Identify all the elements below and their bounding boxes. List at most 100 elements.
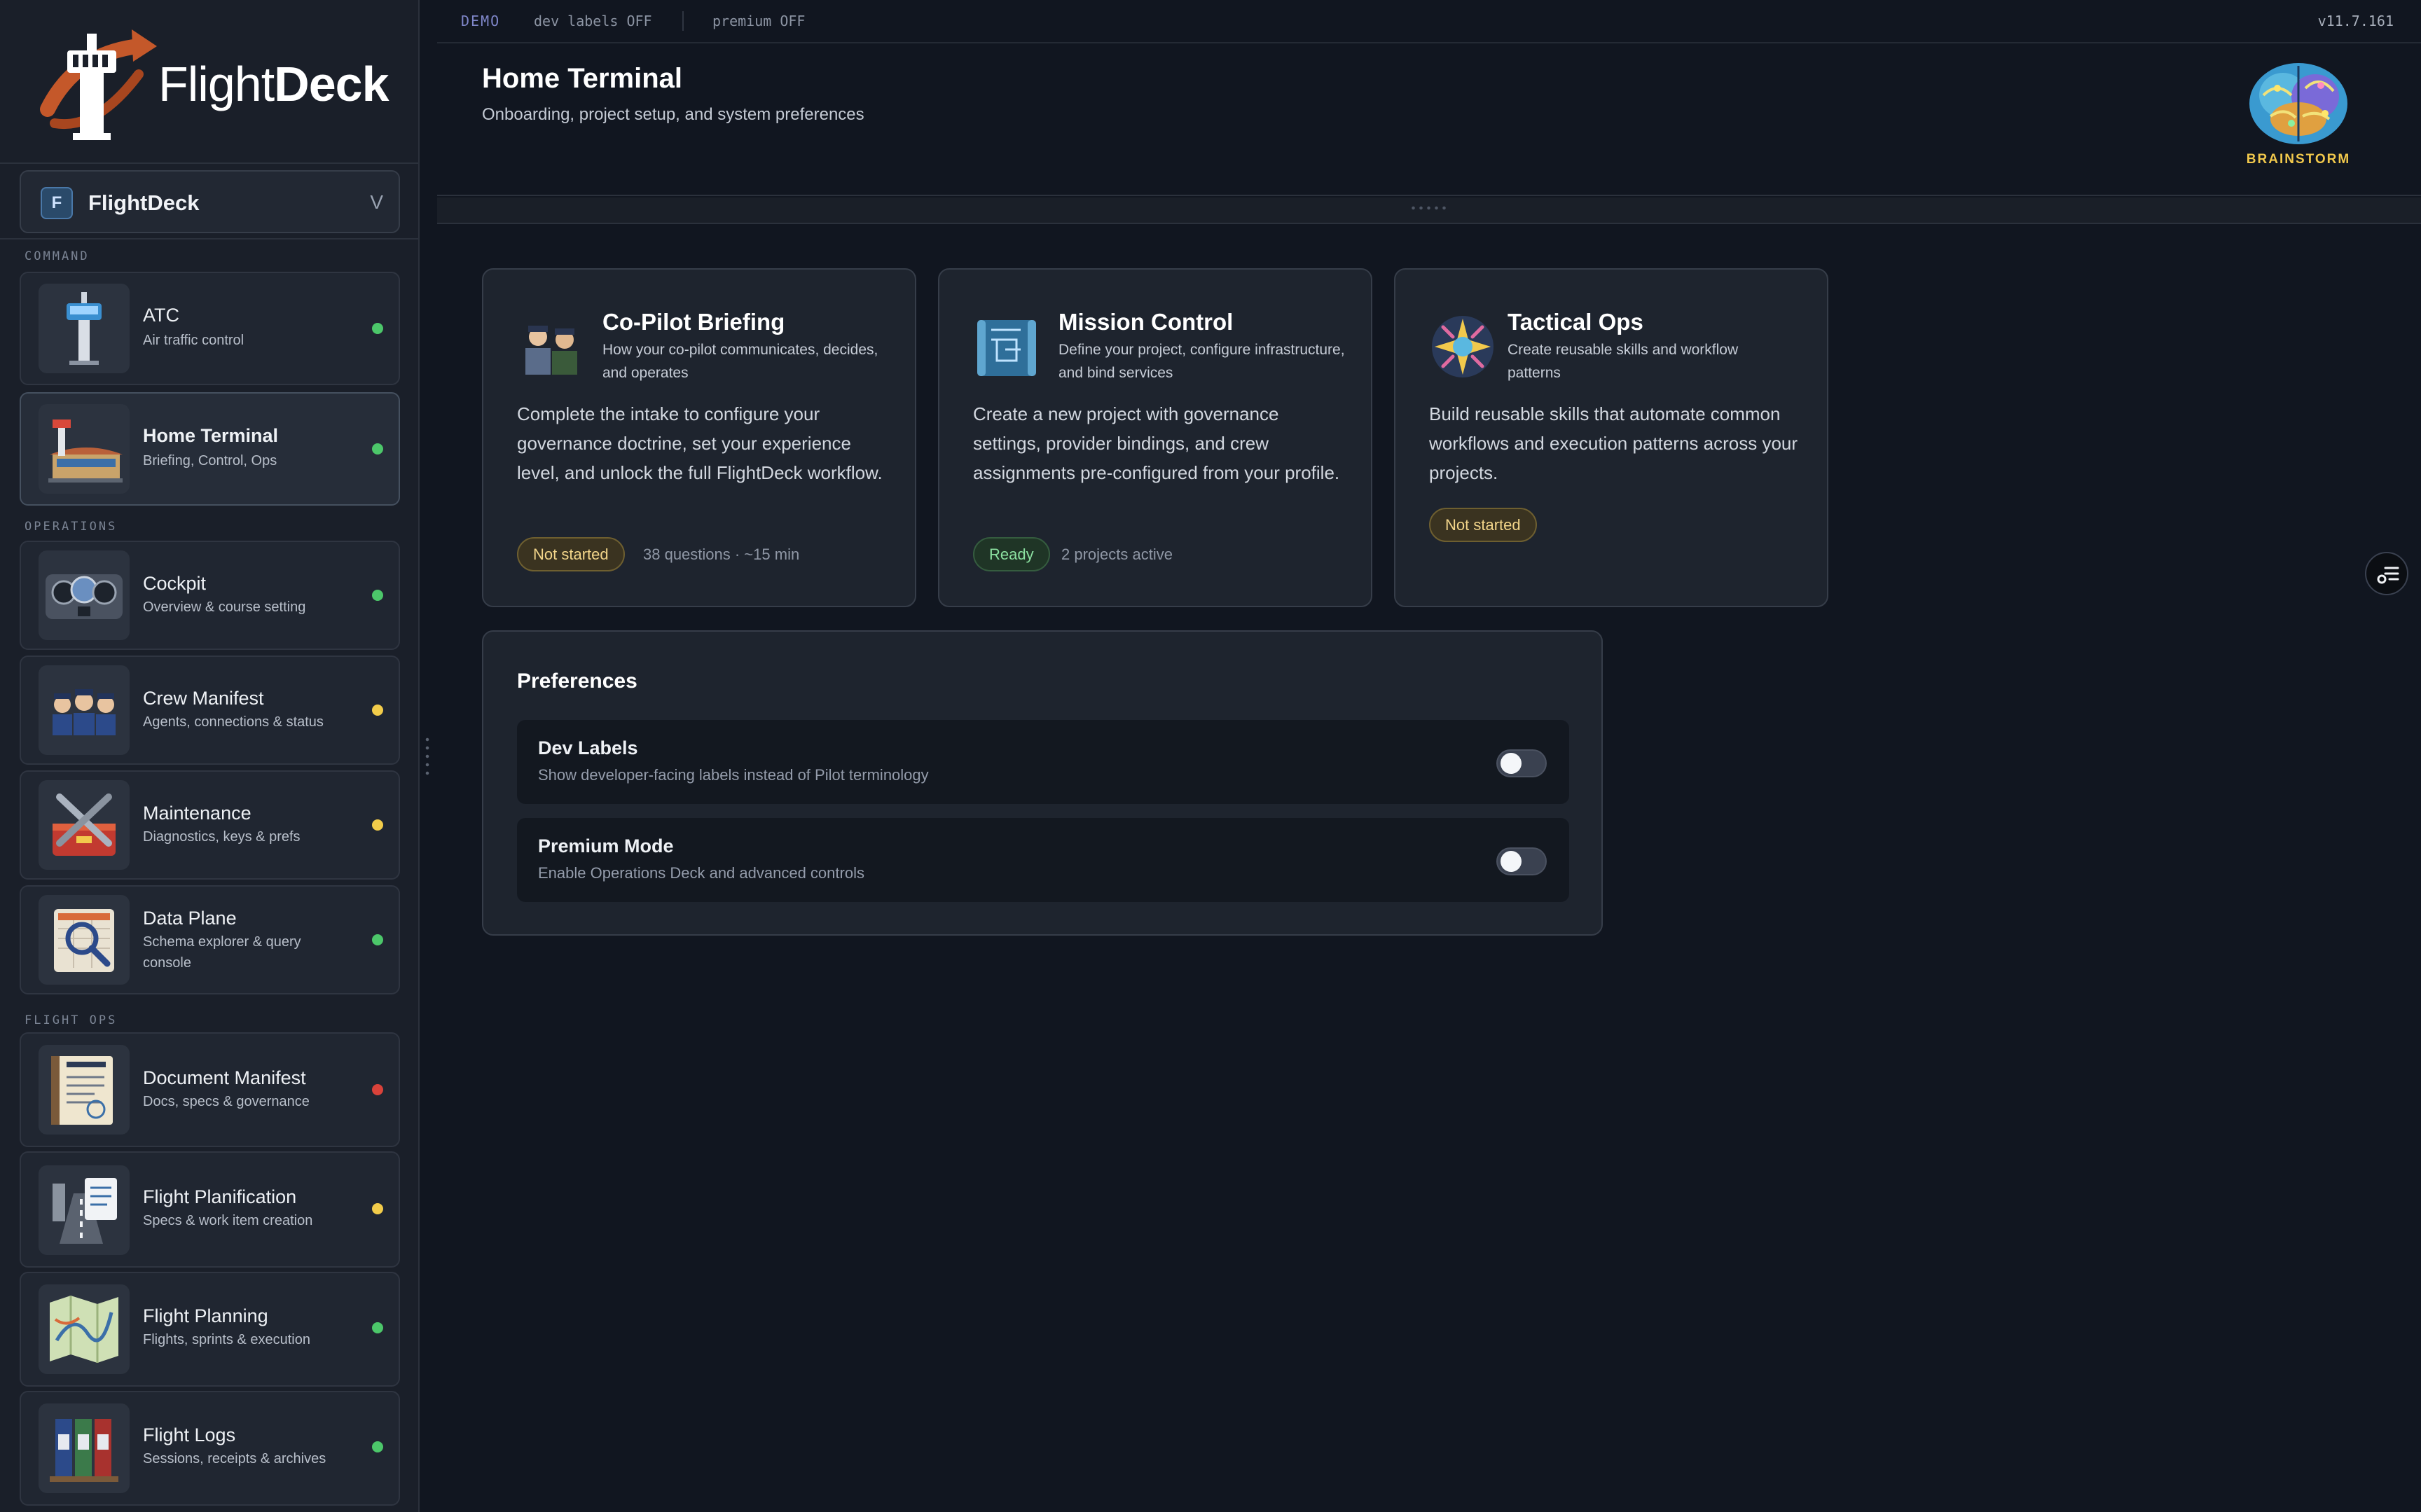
sidebar-item-subtitle: Agents, connections & status <box>143 714 324 730</box>
sidebar-item-subtitle: Overview & course setting <box>143 599 306 615</box>
status-dot <box>372 1084 383 1095</box>
dev-labels-toggle[interactable] <box>1496 749 1547 777</box>
brand-name: FlightDeck <box>158 56 389 112</box>
status-dot <box>372 705 383 716</box>
brand-name-bold: Deck <box>274 57 389 111</box>
section-label-operations: OPERATIONS <box>25 520 118 534</box>
toggle-knob <box>1501 851 1522 872</box>
cockpit-gauges-icon <box>39 550 130 640</box>
card-tagline: How your co-pilot communicates, decides,… <box>602 342 878 381</box>
sidebar-item-flight-logs[interactable]: Flight Logs Sessions, receipts & archive… <box>20 1391 400 1506</box>
pref-title: Dev Labels <box>538 737 638 758</box>
sidebar-item-subtitle: Briefing, Control, Ops <box>143 453 277 469</box>
card-tagline: Define your project, configure infrastru… <box>1058 342 1345 381</box>
card-tagline: Create reusable skills and workflow patt… <box>1508 342 1739 381</box>
sidebar-item-title: Cockpit <box>143 573 207 594</box>
status-dot <box>372 1322 383 1333</box>
sidebar-item-cockpit[interactable]: Cockpit Overview & course setting <box>20 541 400 650</box>
sidebar-item-title: Flight Planification <box>143 1186 297 1207</box>
project-avatar: F <box>41 187 73 219</box>
card-title: Mission Control <box>1058 309 1234 335</box>
pref-title: Premium Mode <box>538 835 674 856</box>
status-dot <box>372 323 383 334</box>
sidebar-item-flight-planification[interactable]: Flight Planification Specs & work item c… <box>20 1151 400 1268</box>
page-subtitle: Onboarding, project setup, and system pr… <box>482 105 864 124</box>
card-tactical-ops[interactable]: Tactical Ops Create reusable skills and … <box>1394 268 1828 607</box>
pilots-crew-icon <box>39 665 130 755</box>
sidebar-item-title: Document Manifest <box>143 1067 306 1088</box>
status-dot <box>372 819 383 831</box>
preferences-panel: Preferences Dev Labels Show developer-fa… <box>482 630 1603 936</box>
pref-description: Enable Operations Deck and advanced cont… <box>538 864 864 882</box>
sidebar-item-data-plane[interactable]: Data Plane Schema explorer & query conso… <box>20 885 400 994</box>
brainstorm-label: BRAINSTORM <box>2246 152 2351 167</box>
sidebar-item-subtitle: Sessions, receipts & archives <box>143 1451 326 1466</box>
sidebar-item-subtitle: Diagnostics, keys & prefs <box>143 829 301 845</box>
sidebar-item-maintenance[interactable]: Maintenance Diagnostics, keys & prefs <box>20 770 400 880</box>
control-tower-logo-icon <box>40 29 157 140</box>
project-selector[interactable]: F FlightDeck V <box>20 170 400 233</box>
card-description: Complete the intake to configure your go… <box>517 403 883 483</box>
section-label-flight-ops: FLIGHT OPS <box>25 1013 118 1027</box>
runway-checklist-icon <box>39 1165 130 1255</box>
card-meta: 2 projects active <box>1061 546 1173 563</box>
sidebar-item-title: Maintenance <box>143 803 251 824</box>
status-dot <box>372 1203 383 1214</box>
brand-header: FlightDeck <box>0 0 420 164</box>
sidebar-divider <box>0 238 420 240</box>
blueprint-icon <box>977 320 1036 376</box>
pref-description: Show developer-facing labels instead of … <box>538 766 929 784</box>
status-badge: Not started <box>517 537 625 571</box>
status-bar: DEMO dev labels OFF premium OFF v11.7.16… <box>437 0 2421 43</box>
brainstorm-button[interactable]: BRAINSTORM <box>2242 60 2354 172</box>
sidebar-item-subtitle: Specs & work item creation <box>143 1213 313 1228</box>
folded-map-icon <box>39 1284 130 1374</box>
filter-panel-button[interactable] <box>2365 552 2408 595</box>
status-dot <box>372 443 383 455</box>
pilots-icon <box>525 326 577 375</box>
log-binders-icon <box>39 1403 130 1493</box>
sidebar-item-subtitle: Schema explorer & query console <box>143 934 301 971</box>
sidebar-item-title: Crew Manifest <box>143 688 264 709</box>
toolbox-icon <box>39 780 130 870</box>
sidebar-resize-handle[interactable] <box>425 735 429 777</box>
sidebar-item-title: Flight Planning <box>143 1305 268 1326</box>
sidebar-item-crew-manifest[interactable]: Crew Manifest Agents, connections & stat… <box>20 656 400 765</box>
filter-list-icon <box>2377 567 2399 584</box>
sidebar-item-atc[interactable]: ATC Air traffic control <box>20 272 400 385</box>
sidebar-item-subtitle: Flights, sprints & execution <box>143 1332 310 1347</box>
status-dot <box>372 934 383 945</box>
status-badge: Ready <box>973 537 1050 571</box>
sidebar-item-flight-planning[interactable]: Flight Planning Flights, sprints & execu… <box>20 1272 400 1387</box>
sidebar-item-title: Flight Logs <box>143 1424 236 1445</box>
demo-badge: DEMO <box>461 13 501 29</box>
control-tower-icon <box>39 284 130 373</box>
terminal-building-icon <box>39 404 130 494</box>
chevron-down-icon: V <box>370 191 383 213</box>
status-dot <box>372 1441 383 1452</box>
dev-labels-status: dev labels OFF <box>534 13 652 29</box>
card-mission-control[interactable]: Mission Control Define your project, con… <box>938 268 1372 607</box>
sidebar-item-home-terminal[interactable]: Home Terminal Briefing, Control, Ops <box>20 392 400 506</box>
card-title: Tactical Ops <box>1508 309 1643 335</box>
magnifier-grid-icon <box>39 895 130 985</box>
premium-status: premium OFF <box>712 13 806 29</box>
sidebar-item-document-manifest[interactable]: Document Manifest Docs, specs & governan… <box>20 1032 400 1147</box>
status-dot <box>372 590 383 601</box>
manifest-binder-icon <box>39 1045 130 1135</box>
pref-row-premium-mode: Premium Mode Enable Operations Deck and … <box>517 818 1569 902</box>
divider <box>682 11 684 31</box>
preferences-title: Preferences <box>517 670 637 693</box>
section-label-command: COMMAND <box>25 249 90 263</box>
header-resize-handle[interactable] <box>437 197 2421 224</box>
page-header: Home Terminal Onboarding, project setup,… <box>437 43 2421 196</box>
brain-icon <box>2249 63 2347 144</box>
grip-icon <box>1409 206 1449 210</box>
sidebar-item-title: Data Plane <box>143 908 237 929</box>
sidebar-item-title: ATC <box>143 305 179 326</box>
card-description: Build reusable skills that automate comm… <box>1429 403 1798 483</box>
card-co-pilot-briefing[interactable]: Co-Pilot Briefing How your co-pilot comm… <box>482 268 916 607</box>
app-root: FlightDeck F FlightDeck V COMMAND ATC Ai… <box>0 0 2421 1512</box>
project-name: FlightDeck <box>88 190 200 215</box>
premium-mode-toggle[interactable] <box>1496 847 1547 875</box>
